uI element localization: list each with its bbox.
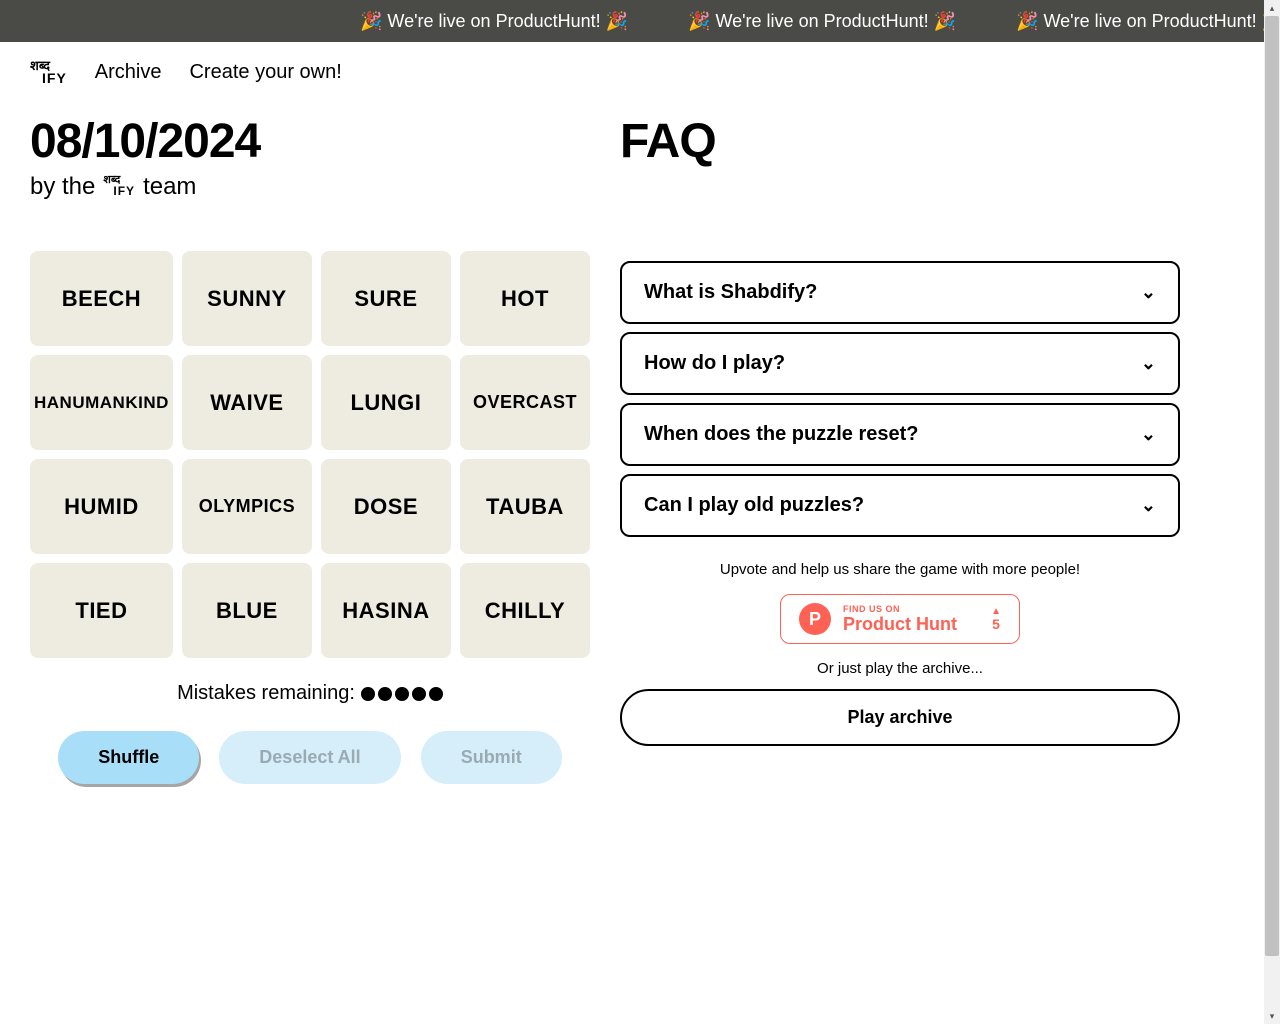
play-archive-button[interactable]: Play archive (620, 689, 1180, 746)
scrollbar-thumb[interactable] (1265, 16, 1279, 956)
word-tile[interactable]: BEECH (30, 251, 173, 346)
announcement-text: 🎉 We're live on ProductHunt! 🎉 (688, 11, 956, 32)
mistakes-remaining: Mistakes remaining: (30, 682, 590, 705)
logo[interactable]: शब्द IFY (30, 60, 67, 84)
word-tile[interactable]: BLUE (182, 563, 312, 658)
scroll-up-icon[interactable]: ▴ (1264, 0, 1280, 16)
faq-item[interactable]: When does the puzzle reset? ⌄ (620, 403, 1180, 466)
scroll-down-icon[interactable]: ▾ (1264, 1008, 1280, 1024)
announcement-text: 🎉 We're live on ProductHunt! 🎉 (1016, 11, 1280, 32)
ph-find-label: FIND US ON (843, 604, 979, 614)
word-tile[interactable]: LUNGI (321, 355, 451, 450)
word-tile[interactable]: WAIVE (182, 355, 312, 450)
faq-question: What is Shabdify? (644, 281, 817, 304)
deselect-all-button[interactable]: Deselect All (219, 731, 400, 784)
faq-question: How do I play? (644, 352, 785, 375)
byline-logo: शब्द IFY (101, 176, 137, 198)
word-tile[interactable]: OVERCAST (460, 355, 590, 450)
faq-item[interactable]: What is Shabdify? ⌄ (620, 261, 1180, 324)
faq-question: Can I play old puzzles? (644, 494, 864, 517)
producthunt-badge[interactable]: P FIND US ON Product Hunt ▲ 5 (780, 594, 1020, 644)
submit-button[interactable]: Submit (421, 731, 562, 784)
ph-vote-count: 5 (991, 617, 1001, 631)
chevron-down-icon: ⌄ (1141, 282, 1156, 303)
byline: by the शब्द IFY team (30, 173, 590, 201)
dot-icon (378, 687, 392, 701)
word-grid: BEECH SUNNY SURE HOT HANUMANKIND WAIVE L… (30, 251, 590, 658)
faq-list: What is Shabdify? ⌄ How do I play? ⌄ Whe… (620, 261, 1180, 537)
upvote-text: Upvote and help us share the game with m… (620, 561, 1180, 578)
controls: Shuffle Deselect All Submit (30, 731, 590, 784)
announcement-bar[interactable]: 🎉 We're live on ProductHunt! 🎉 🎉 We're l… (0, 0, 1280, 42)
nav-create-link[interactable]: Create your own! (189, 61, 341, 84)
faq-item[interactable]: Can I play old puzzles? ⌄ (620, 474, 1180, 537)
logo-bottom: IFY (30, 70, 67, 86)
header: शब्द IFY Archive Create your own! (0, 42, 1280, 94)
scrollbar[interactable]: ▴ ▾ (1264, 0, 1280, 1024)
ph-vote: ▲ 5 (991, 607, 1001, 631)
shuffle-button[interactable]: Shuffle (58, 731, 199, 784)
word-tile[interactable]: HASINA (321, 563, 451, 658)
chevron-down-icon: ⌄ (1141, 424, 1156, 445)
word-tile[interactable]: TIED (30, 563, 173, 658)
mistakes-label: Mistakes remaining: (177, 682, 355, 705)
dot-icon (361, 687, 375, 701)
word-tile[interactable]: OLYMPICS (182, 459, 312, 554)
producthunt-icon: P (799, 603, 831, 635)
announcement-text: 🎉 We're live on ProductHunt! 🎉 (360, 11, 628, 32)
chevron-down-icon: ⌄ (1141, 495, 1156, 516)
word-tile[interactable]: SUNNY (182, 251, 312, 346)
word-tile[interactable]: DOSE (321, 459, 451, 554)
dot-icon (395, 687, 409, 701)
faq-title: FAQ (620, 114, 1180, 169)
dot-icon (429, 687, 443, 701)
faq-question: When does the puzzle reset? (644, 423, 918, 446)
word-tile[interactable]: TAUBA (460, 459, 590, 554)
ph-name: Product Hunt (843, 614, 979, 635)
mistakes-dots (361, 687, 443, 701)
word-tile[interactable]: HUMID (30, 459, 173, 554)
nav-archive-link[interactable]: Archive (95, 61, 162, 84)
puzzle-date: 08/10/2024 (30, 114, 590, 169)
dot-icon (412, 687, 426, 701)
chevron-down-icon: ⌄ (1141, 353, 1156, 374)
word-tile[interactable]: HOT (460, 251, 590, 346)
word-tile[interactable]: SURE (321, 251, 451, 346)
word-tile[interactable]: CHILLY (460, 563, 590, 658)
byline-prefix: by the (30, 173, 95, 201)
or-text: Or just play the archive... (620, 660, 1180, 677)
word-tile[interactable]: HANUMANKIND (30, 355, 173, 450)
byline-suffix: team (143, 173, 196, 201)
faq-item[interactable]: How do I play? ⌄ (620, 332, 1180, 395)
